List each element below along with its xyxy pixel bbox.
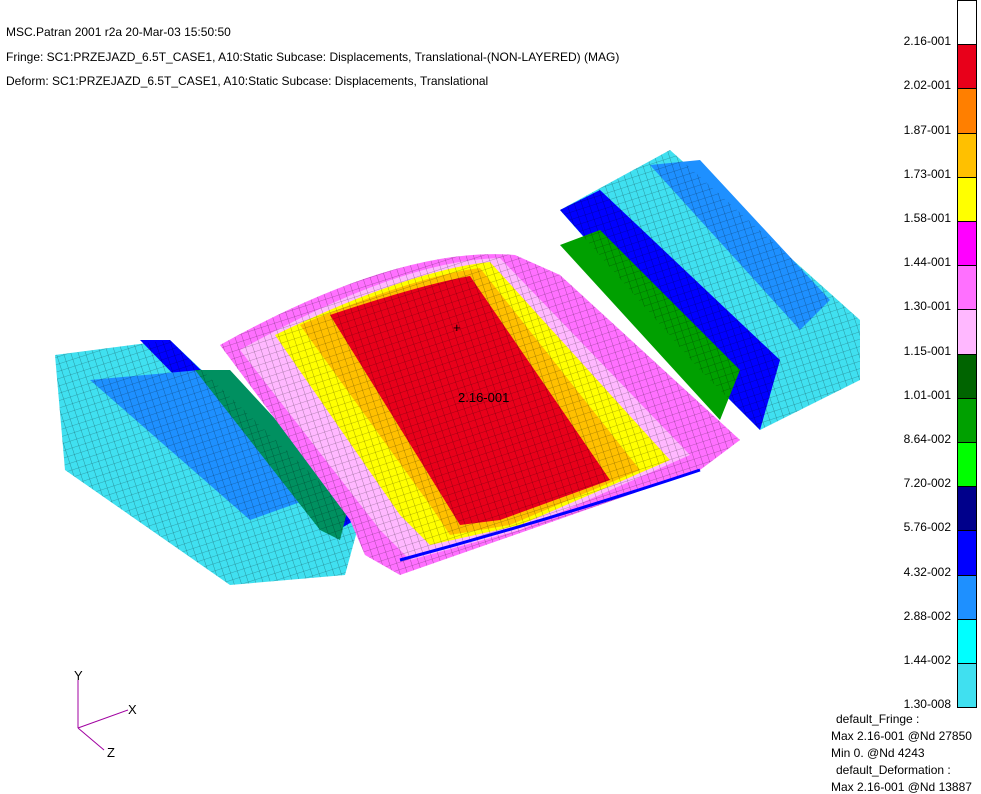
max-node-marker: + bbox=[453, 320, 461, 335]
legend-swatch bbox=[957, 574, 977, 620]
legend-swatch bbox=[957, 176, 977, 222]
legend-tick-label: 1.15-001 bbox=[903, 343, 951, 358]
legend-swatch bbox=[957, 530, 977, 576]
max-value-label: 2.16-001 bbox=[458, 390, 510, 405]
legend-tick-label: 2.02-001 bbox=[903, 78, 951, 93]
coordinate-triad bbox=[77, 680, 129, 751]
legend-tick-label: 5.76-002 bbox=[903, 520, 951, 535]
legend-swatch bbox=[957, 618, 977, 664]
legend-swatch bbox=[957, 0, 977, 46]
legend-tick-label: 1.58-001 bbox=[903, 211, 951, 225]
legend-tick-label: 1.30-001 bbox=[903, 299, 951, 314]
legend-swatch bbox=[957, 309, 977, 355]
fringe-info-min: Min 0. @Nd 4243 bbox=[831, 746, 925, 760]
legend-swatch bbox=[957, 663, 977, 709]
deform-info-max: Max 2.16-001 @Nd 13887 bbox=[831, 780, 972, 794]
legend-tick-label: 8.64-002 bbox=[903, 432, 951, 446]
triad-y-label: Y bbox=[74, 668, 83, 683]
legend-tick-label: 1.44-002 bbox=[903, 653, 951, 667]
legend-swatch bbox=[957, 353, 977, 399]
fringe-info-title: default_Fringe : bbox=[836, 712, 920, 726]
legend-swatch bbox=[957, 442, 977, 488]
triad-z-label: Z bbox=[107, 745, 115, 760]
legend-tick-label: 4.32-002 bbox=[903, 564, 951, 579]
legend-tick-label: 1.30-008 bbox=[903, 697, 951, 712]
legend-swatch bbox=[957, 397, 977, 443]
legend-tick-label: 1.44-001 bbox=[903, 255, 951, 270]
legend-swatch bbox=[957, 265, 977, 311]
legend-swatch bbox=[957, 88, 977, 134]
legend-tick-label: 1.73-001 bbox=[903, 166, 951, 181]
legend-swatch bbox=[957, 486, 977, 532]
legend-tick-label: 7.20-002 bbox=[903, 476, 951, 491]
legend-tick-label: 1.01-001 bbox=[903, 387, 951, 402]
legend-tick-label: 2.88-002 bbox=[903, 608, 951, 623]
legend-swatch bbox=[957, 221, 977, 267]
legend-swatch bbox=[957, 44, 977, 90]
legend-tick-label: 2.16-001 bbox=[903, 34, 951, 49]
fringe-info-max: Max 2.16-001 @Nd 27850 bbox=[831, 729, 972, 743]
deform-info-title: default_Deformation : bbox=[836, 763, 951, 777]
triad-x-label: X bbox=[128, 702, 137, 717]
legend-swatch bbox=[957, 132, 977, 178]
legend-tick-label: 1.87-001 bbox=[903, 122, 951, 137]
